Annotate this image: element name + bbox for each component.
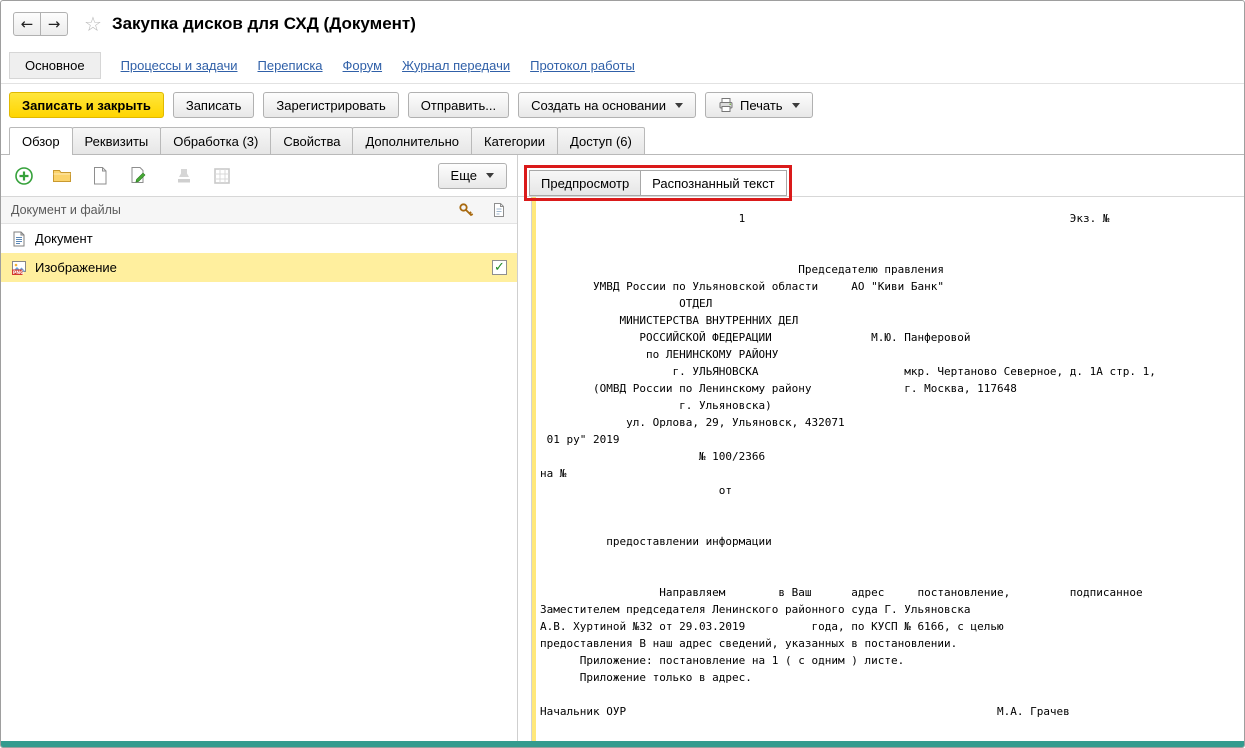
tab-recognized-text[interactable]: Распознанный текст [640,170,787,196]
titlebar: ← → ☆ Закупка дисков для СХД (Документ) [1,1,1244,47]
dropdown-caret-icon [674,102,683,108]
files-panel: Еще Документ и файлы Документ PNG Изобра… [1,155,518,741]
annotation-red-box: Предпросмотр Распознанный текст [524,165,792,201]
nav-link-correspondence[interactable]: Переписка [258,58,323,73]
edit-file-button[interactable] [125,163,151,189]
ocr-text: 1 Экз. № Председателю правления УМВД Рос… [540,212,1156,718]
file-row-image[interactable]: PNG Изображение ✓ [1,253,517,282]
favorite-star-icon[interactable]: ☆ [84,12,102,36]
document-icon [11,231,27,247]
save-button[interactable]: Записать [172,92,255,118]
preview-tabs-band: Предпросмотр Распознанный текст [518,155,1244,201]
back-arrow-icon: ← [20,15,34,33]
file-row-label: Изображение [35,260,117,275]
scan-file-button [209,163,235,189]
tab-properties[interactable]: Свойства [270,127,354,154]
dropdown-caret-icon [486,173,494,178]
folder-icon [53,169,71,182]
printer-icon [718,97,734,113]
files-list-header: Документ и файлы [1,197,517,224]
create-on-basis-label: Создать на основании [531,97,666,113]
nav-link-processes-tasks[interactable]: Процессы и задачи [121,58,238,73]
forward-button[interactable]: → [40,12,68,36]
stamp-icon [178,168,190,182]
tab-processing[interactable]: Обработка (3) [160,127,272,154]
file-row-label: Документ [35,231,93,246]
history-nav: ← → [13,12,68,36]
dropdown-caret-icon [791,102,800,108]
more-label: Еще [450,168,477,183]
recognized-text-area: 1 Экз. № Председателю правления УМВД Рос… [531,197,1244,741]
tab-access[interactable]: Доступ (6) [557,127,645,154]
tab-additional[interactable]: Дополнительно [352,127,473,154]
section-navbar: Основное Процессы и задачи Переписка Фор… [1,47,1244,84]
files-list-header-label: Документ и файлы [11,203,121,217]
file-page-icon[interactable] [491,202,507,218]
edit-pencil-icon [131,166,146,183]
save-and-close-button[interactable]: Записать и закрыть [9,92,164,118]
image-checkbox[interactable]: ✓ [492,260,507,275]
send-button[interactable]: Отправить... [407,92,510,118]
more-button[interactable]: Еще [437,162,507,189]
preview-panel: Предпросмотр Распознанный текст 1 Экз. № [518,155,1244,741]
key-icon[interactable] [458,202,474,218]
print-button[interactable]: Печать [704,92,813,118]
tab-categories[interactable]: Категории [471,127,559,154]
back-button[interactable]: ← [13,12,41,36]
page-title: Закупка дисков для СХД (Документ) [111,14,416,33]
create-on-basis-button[interactable]: Создать на основании [518,92,696,118]
app-window: ← → ☆ Закупка дисков для СХД (Документ) … [0,0,1245,748]
sign-file-button [171,163,197,189]
blank-page-icon [94,166,107,184]
tab-preview[interactable]: Предпросмотр [529,170,641,196]
nav-link-work-protocol[interactable]: Протокол работы [530,58,635,73]
content: Еще Документ и файлы Документ PNG Изобра… [1,155,1244,741]
nav-link-forum[interactable]: Форум [343,58,383,73]
nav-link-transfer-log[interactable]: Журнал передачи [402,58,510,73]
tab-requisites[interactable]: Реквизиты [71,127,162,154]
load-from-folder-button[interactable] [49,163,75,189]
section-tabs: Обзор Реквизиты Обработка (3) Свойства Д… [1,126,1244,155]
check-icon: ✓ [494,260,505,275]
add-file-button[interactable] [11,163,37,189]
png-badge-text: PNG [13,269,24,275]
bottom-accent-bar [1,741,1244,747]
files-list-header-icons [458,202,507,218]
png-image-icon: PNG [11,260,27,276]
file-row-document[interactable]: Документ [1,224,517,253]
forward-arrow-icon: → [47,15,61,33]
nav-item-main[interactable]: Основное [9,51,101,79]
plus-circle-icon [15,166,33,185]
print-label: Печать [739,97,783,113]
recognized-text-content[interactable]: 1 Экз. № Председателю правления УМВД Рос… [536,197,1244,741]
files-toolbar: Еще [1,155,517,197]
scanner-grid-icon [214,167,230,184]
register-button[interactable]: Зарегистрировать [263,92,399,118]
tab-overview[interactable]: Обзор [9,127,73,155]
new-file-button[interactable] [87,163,113,189]
command-bar: Записать и закрыть Записать Зарегистриро… [1,84,1244,126]
